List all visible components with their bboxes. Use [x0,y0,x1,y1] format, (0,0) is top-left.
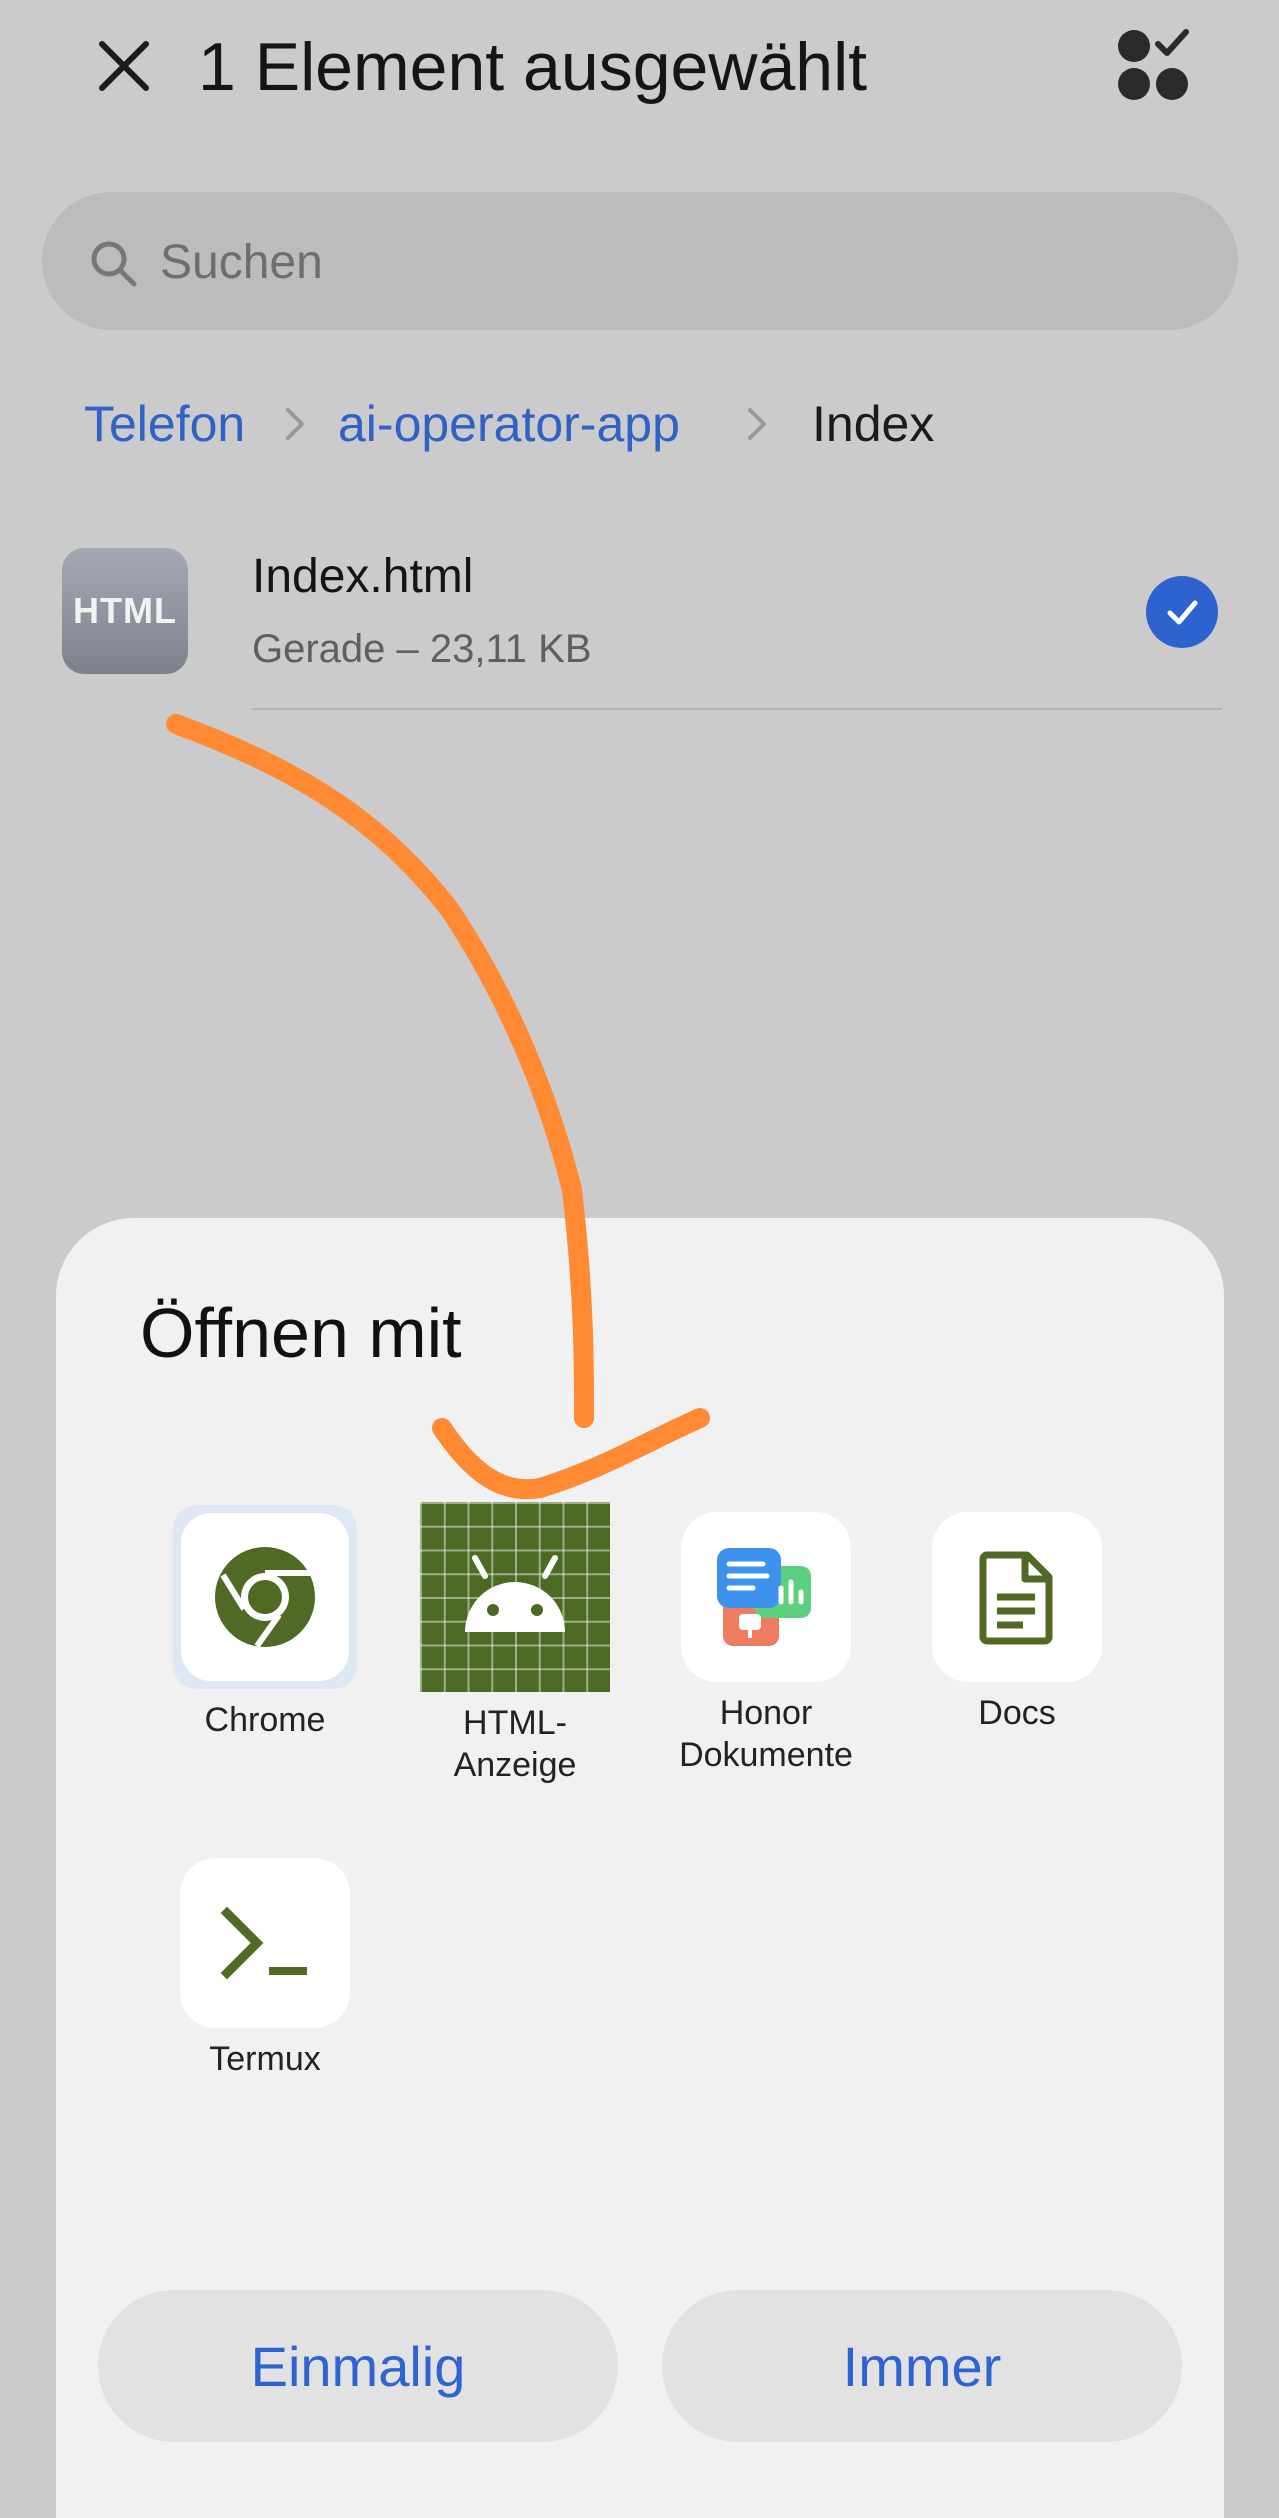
app-tile [681,1512,851,1682]
page-title: 1 Element ausgewählt [198,29,868,105]
app-label: Chrome [204,1701,326,1739]
search-icon [91,241,137,287]
select-all-button[interactable] [1110,22,1196,108]
app-option-honor-documents[interactable]: Honor Dokumente [641,1512,891,1776]
file-meta: Gerade – 23,11 KB [252,627,592,671]
close-button[interactable] [88,30,160,102]
honor-documents-icon [717,1548,811,1646]
chevron-right-icon [286,408,304,440]
always-button[interactable]: Immer [662,2290,1182,2442]
app-option-chrome[interactable]: Chrome [140,1505,390,1741]
app-option-docs[interactable]: Docs [892,1512,1142,1734]
close-icon [99,41,149,91]
file-name: Index.html [252,550,474,603]
app-tile [932,1512,1102,1682]
app-label: Honor Dokumente [679,1694,853,1774]
file-selected-checkbox[interactable] [1146,576,1218,648]
breadcrumb-ai-operator-app[interactable]: ai-operator-app [338,394,680,454]
chevron-right-icon [748,408,766,440]
select-all-icon [1118,29,1189,100]
app-label: Termux [209,2040,321,2078]
document-icon [979,1551,1053,1645]
checkmark-icon [1167,600,1198,625]
app-option-html-viewer[interactable]: HTML- Anzeige [390,1502,640,1786]
app-label: Docs [978,1694,1056,1732]
app-label: HTML- Anzeige [453,1704,577,1784]
breadcrumb-index: Index [812,396,935,452]
html-file-icon: HTML [62,548,188,674]
app-tile [173,1505,357,1689]
terminal-icon [220,1906,307,1980]
app-tile [180,1858,350,2028]
file-type-label: HTML [73,590,177,631]
search-placeholder: Suchen [160,236,323,289]
breadcrumb-telefon[interactable]: Telefon [84,394,245,454]
app-tile [420,1502,610,1692]
android-icon [465,1555,565,1632]
chrome-icon [215,1547,315,1648]
divider [252,708,1222,710]
app-option-termux[interactable]: Termux [140,1858,390,2080]
just-once-button[interactable]: Einmalig [98,2290,618,2442]
sheet-title: Öffnen mit [140,1294,462,1372]
